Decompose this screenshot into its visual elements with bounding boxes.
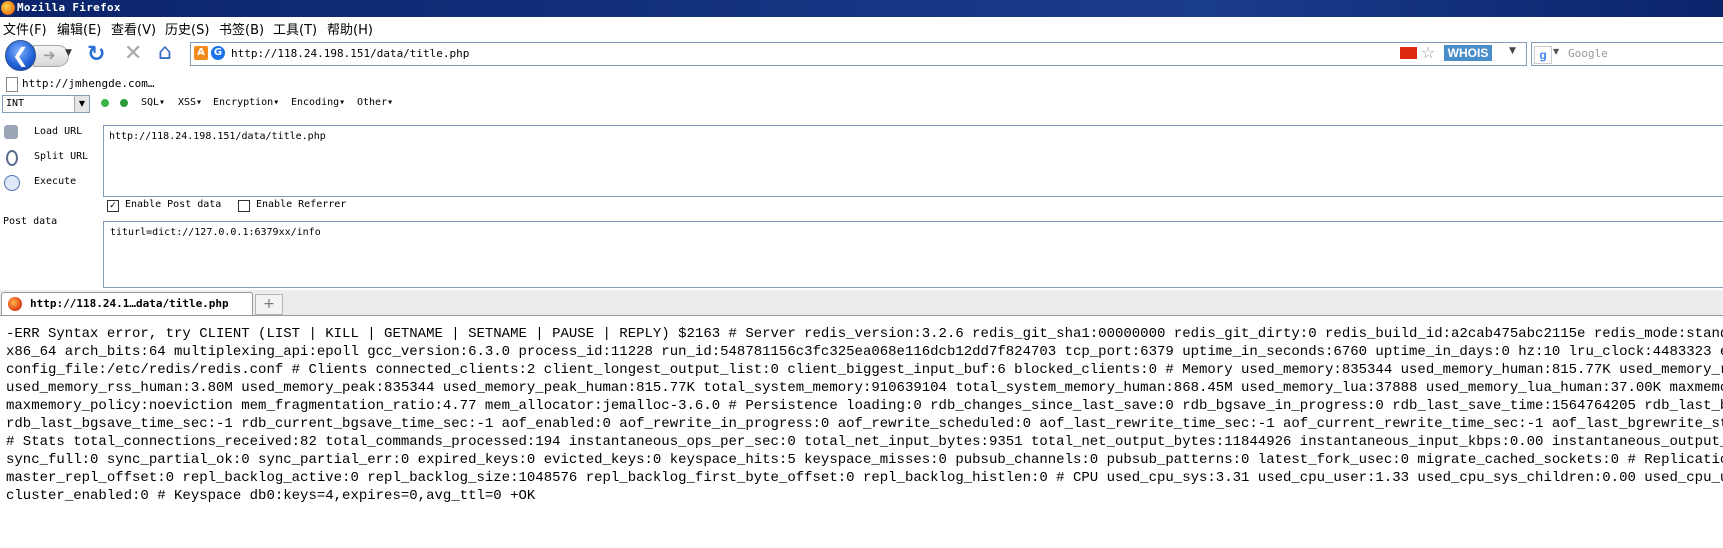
execute-label: Execute	[34, 176, 77, 187]
tab-strip: http://118.24.1…data/title.php +	[0, 290, 1723, 316]
response-line: maxmemory_policy:noeviction mem_fragment…	[6, 398, 1723, 414]
chevron-down-icon[interactable]: ▼	[74, 96, 89, 112]
menu-history[interactable]: 历史(S)	[165, 19, 209, 38]
search-bar[interactable]: g ▼ Google	[1531, 42, 1723, 66]
address-input[interactable]: http://118.24.198.151/data/title.php	[231, 47, 469, 60]
tab-label: http://118.24.1…data/title.php	[30, 297, 229, 310]
url-dropdown-icon[interactable]: ▼	[1509, 46, 1516, 56]
response-line: master_repl_offset:0 repl_backlog_active…	[6, 470, 1723, 486]
hackbar-toolbar: INT ▼ SQL▾ XSS▾ Encryption▾ Encoding▾ Ot…	[0, 94, 1723, 114]
menu-tools[interactable]: 工具(T)	[273, 19, 317, 38]
post-data-field[interactable]: titurl=dict://127.0.0.1:6379xx/info	[103, 221, 1723, 288]
execute-button[interactable]: Execute	[0, 172, 100, 194]
stop-icon[interactable]: ✕	[124, 41, 142, 66]
bookmarks-toolbar: http://jmhengde.com…	[0, 74, 1723, 94]
encryption-menu[interactable]: Encryption▾	[213, 97, 279, 108]
split-url-label: Split URL	[34, 151, 89, 162]
menu-bookmarks[interactable]: 书签(B)	[219, 19, 264, 38]
bookmark-item[interactable]: http://jmhengde.com…	[22, 77, 154, 90]
sql-menu[interactable]: SQL▾	[141, 97, 165, 108]
address-bar[interactable]: A G http://118.24.198.151/data/title.php…	[190, 42, 1527, 66]
tab-favicon-icon	[8, 297, 22, 311]
google-icon[interactable]: g	[1534, 46, 1552, 64]
play-icon	[4, 175, 20, 191]
whois-button[interactable]: WHOIS	[1444, 45, 1492, 61]
tab-active[interactable]: http://118.24.1…data/title.php	[1, 292, 253, 315]
menu-edit[interactable]: 编辑(E)	[57, 19, 101, 38]
site-identity-icon[interactable]: A	[194, 46, 208, 60]
navigation-toolbar: ➜ ❮ ▼ ↻ ✕ ⌂ A G http://118.24.198.151/da…	[0, 38, 1723, 74]
response-line: -ERR Syntax error, try CLIENT (LIST | KI…	[6, 326, 1723, 342]
hackbar-url-field[interactable]: http://118.24.198.151/data/title.php	[103, 125, 1723, 197]
hackbar-url-value: http://118.24.198.151/data/title.php	[109, 131, 326, 142]
decrease-icon[interactable]	[101, 99, 109, 107]
menu-bar: 文件(F) 编辑(E) 查看(V) 历史(S) 书签(B) 工具(T) 帮助(H…	[0, 17, 1723, 38]
response-line: # Stats total_connections_received:82 to…	[6, 434, 1723, 450]
enable-referrer-checkbox[interactable]	[238, 200, 250, 212]
bookmark-star-icon[interactable]: ☆	[1421, 43, 1435, 62]
search-input[interactable]: Google	[1568, 47, 1608, 60]
firefox-logo-icon	[1, 1, 15, 15]
reload-icon[interactable]: ↻	[87, 42, 105, 67]
page-icon	[6, 77, 18, 92]
response-line: rdb_last_bgsave_time_sec:-1 rdb_current_…	[6, 416, 1723, 432]
load-icon	[4, 125, 18, 139]
response-line: sync_full:0 sync_partial_ok:0 sync_parti…	[6, 452, 1723, 468]
type-select[interactable]: INT ▼	[2, 95, 90, 113]
load-url-button[interactable]: Load URL	[0, 122, 100, 144]
forward-button[interactable]: ➜	[33, 45, 69, 67]
history-dropdown-icon[interactable]: ▼	[65, 48, 72, 58]
load-url-label: Load URL	[34, 126, 83, 137]
window-title: Mozilla Firefox	[17, 1, 121, 14]
home-icon[interactable]: ⌂	[158, 40, 172, 65]
enable-post-checkbox[interactable]: ✓	[107, 200, 119, 212]
back-button[interactable]: ❮	[5, 40, 36, 71]
type-select-value: INT	[6, 98, 25, 109]
encoding-menu[interactable]: Encoding▾	[291, 97, 345, 108]
arrow-right-icon: ➜	[43, 46, 56, 64]
favicon-icon: G	[211, 46, 225, 60]
increase-icon[interactable]	[120, 99, 128, 107]
menu-view[interactable]: 查看(V)	[111, 19, 156, 38]
arrow-left-icon: ❮	[12, 43, 29, 67]
xss-menu[interactable]: XSS▾	[178, 97, 202, 108]
post-data-label: Post data	[3, 216, 58, 227]
enable-post-label: Enable Post data	[125, 199, 222, 210]
enable-referrer-label: Enable Referrer	[256, 199, 347, 210]
hackbar-actions: Load URL Split URL Execute	[0, 114, 100, 194]
response-line: x86_64 arch_bits:64 multiplexing_api:epo…	[6, 344, 1723, 360]
response-line: used_memory_rss_human:3.80M used_memory_…	[6, 380, 1723, 396]
menu-file[interactable]: 文件(F)	[3, 19, 47, 38]
split-url-button[interactable]: Split URL	[0, 147, 100, 169]
response-line: cluster_enabled:0 # Keyspace db0:keys=4,…	[6, 488, 536, 504]
flag-icon	[1400, 47, 1417, 59]
search-engine-dropdown-icon[interactable]: ▼	[1553, 47, 1559, 56]
page-content: -ERR Syntax error, try CLIENT (LIST | KI…	[0, 316, 1723, 548]
post-data-value: titurl=dict://127.0.0.1:6379xx/info	[110, 227, 321, 238]
other-menu[interactable]: Other▾	[357, 97, 393, 108]
response-line: config_file:/etc/redis/redis.conf # Clie…	[6, 362, 1723, 378]
title-bar: Mozilla Firefox	[0, 0, 1723, 17]
hackbar-options: ✓ Enable Post data Enable Referrer	[103, 198, 703, 216]
menu-help[interactable]: 帮助(H)	[327, 19, 373, 38]
new-tab-button[interactable]: +	[255, 294, 283, 315]
scissors-icon	[6, 150, 18, 166]
